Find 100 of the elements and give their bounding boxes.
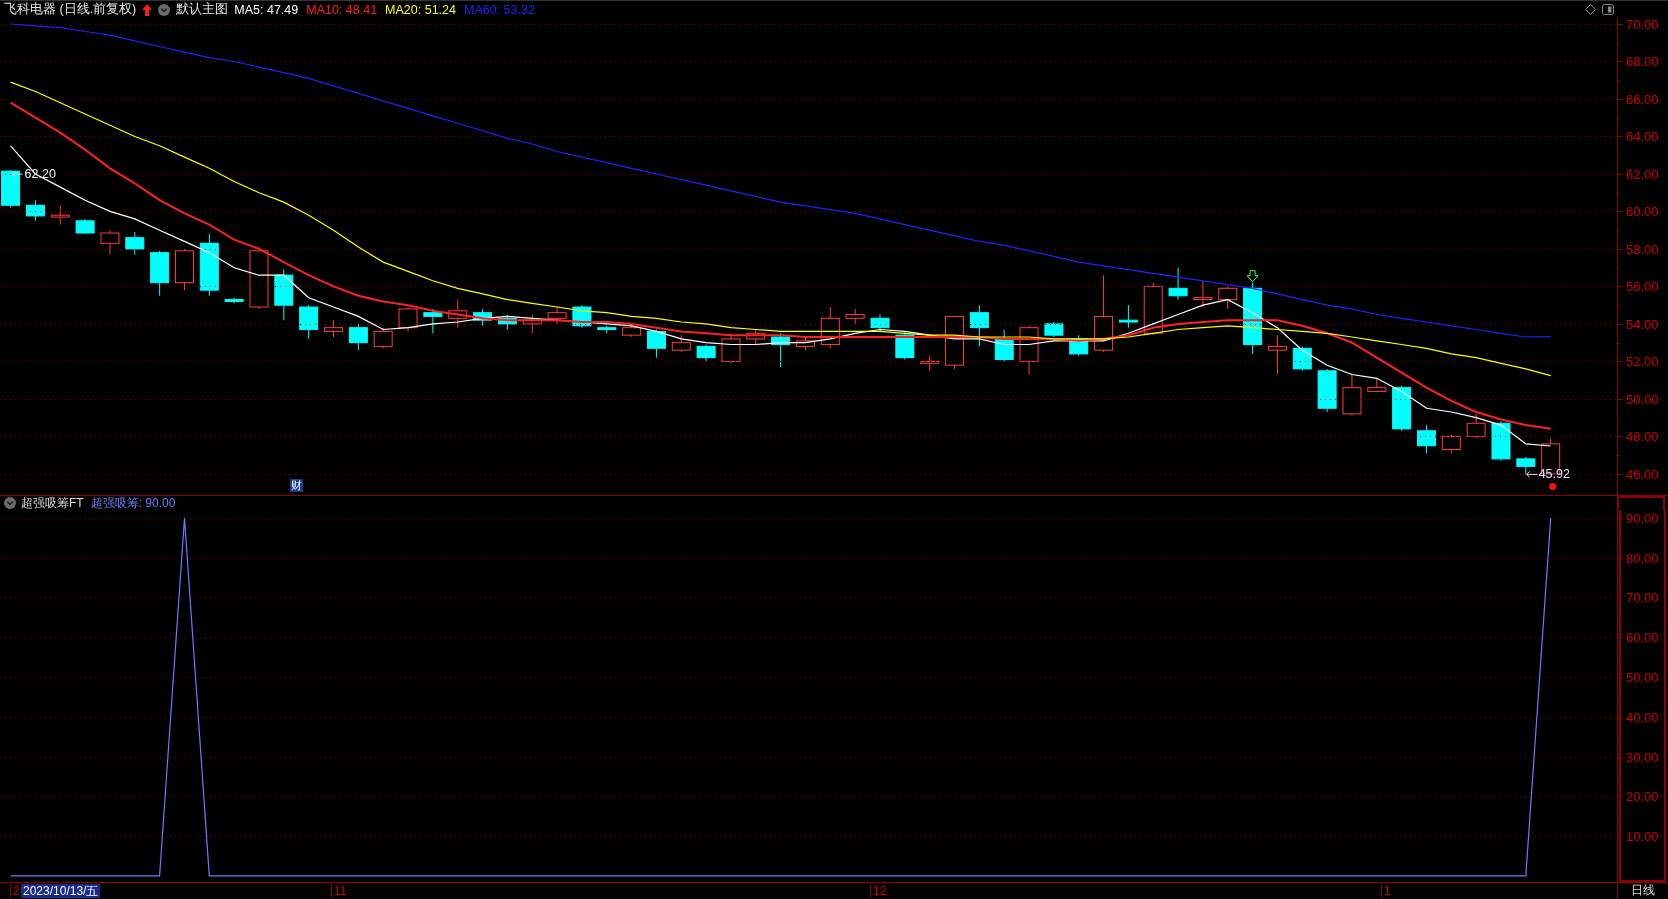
chevron-down-icon[interactable] — [4, 497, 16, 509]
candlestick — [249, 246, 269, 310]
candlestick — [1466, 413, 1486, 439]
candlestick — [1317, 368, 1337, 413]
finance-badge[interactable]: 财 — [289, 479, 303, 492]
candlestick — [622, 325, 642, 338]
axis-tick-label: 60.00 — [1626, 204, 1659, 219]
axis-tick-label: 10.00 — [1626, 829, 1659, 844]
axis-tick-label: 50.00 — [1626, 392, 1659, 407]
axis-tick-label: 58.00 — [1626, 242, 1659, 257]
candlestick — [175, 248, 194, 291]
axis-tick-label: 30.00 — [1626, 750, 1659, 765]
candlestick — [1367, 377, 1387, 392]
candlestick — [820, 306, 840, 349]
axis-tick-label: 70.00 — [1626, 590, 1659, 605]
panel-toggle-icon[interactable] — [1602, 4, 1614, 15]
candlestick — [870, 314, 890, 332]
up-arrow-icon — [142, 3, 153, 16]
axis-tick-label: 64.00 — [1626, 129, 1659, 144]
candlestick — [1019, 325, 1039, 376]
candlestick — [920, 355, 940, 372]
axis-tick-label: 60.00 — [1626, 630, 1659, 645]
candlestick — [1, 169, 21, 209]
candlestick — [150, 250, 170, 297]
stock-title: 飞科电器 (日线.前复权) — [4, 1, 137, 18]
axis-month-label: 1 — [1381, 884, 1391, 898]
axis-tick-label: 90.00 — [1626, 511, 1659, 526]
candlestick — [497, 314, 517, 331]
candlestick — [994, 329, 1014, 362]
candlestick — [1267, 334, 1287, 376]
candlestick — [646, 329, 666, 359]
candlestick — [473, 308, 493, 327]
candlestick — [1417, 424, 1436, 454]
axis-month-label: 11 — [331, 884, 347, 898]
ma-legend-value: MA20: 51.24 — [385, 2, 456, 17]
candlestick — [522, 314, 542, 334]
candlestick — [1516, 456, 1536, 475]
candlestick — [1193, 280, 1213, 308]
candlestick — [1392, 385, 1412, 432]
axis-tick-label: 20.00 — [1626, 789, 1659, 804]
candlestick — [895, 330, 915, 361]
axis-tick-label: 48.00 — [1626, 429, 1659, 444]
candlestick — [199, 233, 219, 297]
chevron-down-icon[interactable] — [158, 3, 171, 16]
candlestick — [25, 199, 45, 222]
candlestick — [324, 319, 343, 338]
candlestick — [547, 306, 567, 325]
candlestick — [1491, 420, 1511, 462]
ma-legend-value: MA60: 53.32 — [464, 2, 535, 17]
candlestick — [50, 205, 70, 226]
axis-tick-label: 40.00 — [1626, 710, 1659, 725]
candlestick — [1069, 334, 1089, 357]
diamond-icon[interactable] — [1585, 4, 1596, 15]
axis-month-label: 12 — [870, 884, 887, 898]
axis-tick-label: 66.00 — [1626, 92, 1659, 107]
axis-tick-label: 54.00 — [1626, 317, 1659, 332]
candlestick — [671, 334, 691, 353]
axis-tick-label: 68.00 — [1626, 54, 1659, 69]
indicator-name: 超强吸筹FT — [21, 494, 84, 512]
candlestick — [299, 304, 319, 340]
ma-legend-value: MA5: 47.49 — [234, 2, 299, 17]
dot-icon — [1549, 482, 1557, 490]
candlestick — [845, 308, 865, 325]
candlestick — [1118, 304, 1138, 329]
template-label[interactable]: 默认主图 — [176, 1, 229, 18]
candlestick — [746, 329, 766, 346]
leader-arrow-icon — [1526, 470, 1539, 478]
axis-tick-label: 80.00 — [1626, 551, 1659, 566]
candlestick — [721, 332, 741, 364]
down-arrow-icon — [1246, 270, 1259, 283]
axis-tick-label: 52.00 — [1626, 354, 1659, 369]
axis-tick-label: 62.00 — [1626, 167, 1659, 182]
candlestick — [969, 304, 989, 347]
candlestick — [696, 344, 716, 362]
candlestick — [274, 269, 294, 321]
candlestick — [448, 299, 468, 329]
ma-legend-value: MA10: 48.41 — [306, 2, 378, 17]
candlestick — [423, 308, 443, 334]
candlestick — [373, 327, 393, 349]
candlestick — [945, 315, 964, 370]
candlestick — [1342, 374, 1362, 417]
cursor-date-label: 2023/10/13/五 — [21, 884, 101, 898]
candlestick — [1292, 345, 1312, 372]
period-tab[interactable]: 日线 — [1617, 883, 1668, 899]
candlestick — [1044, 321, 1064, 338]
indicator-reading: 超强吸筹: 90.00 — [90, 494, 176, 512]
candlestick — [1218, 285, 1238, 310]
axis-tick-label: 50.00 — [1626, 670, 1659, 685]
candlestick — [75, 218, 95, 235]
candlestick — [1441, 434, 1461, 454]
candlestick — [398, 306, 418, 332]
candlestick — [100, 229, 120, 256]
candlestick — [1143, 282, 1163, 336]
axis-month-label: 2 — [10, 884, 20, 898]
axis-tick-label: 56.00 — [1626, 279, 1659, 294]
candlestick — [1168, 267, 1188, 301]
candlestick — [125, 231, 145, 256]
candlestick — [348, 323, 368, 351]
candlestick — [796, 336, 815, 351]
candlestick — [771, 332, 791, 368]
